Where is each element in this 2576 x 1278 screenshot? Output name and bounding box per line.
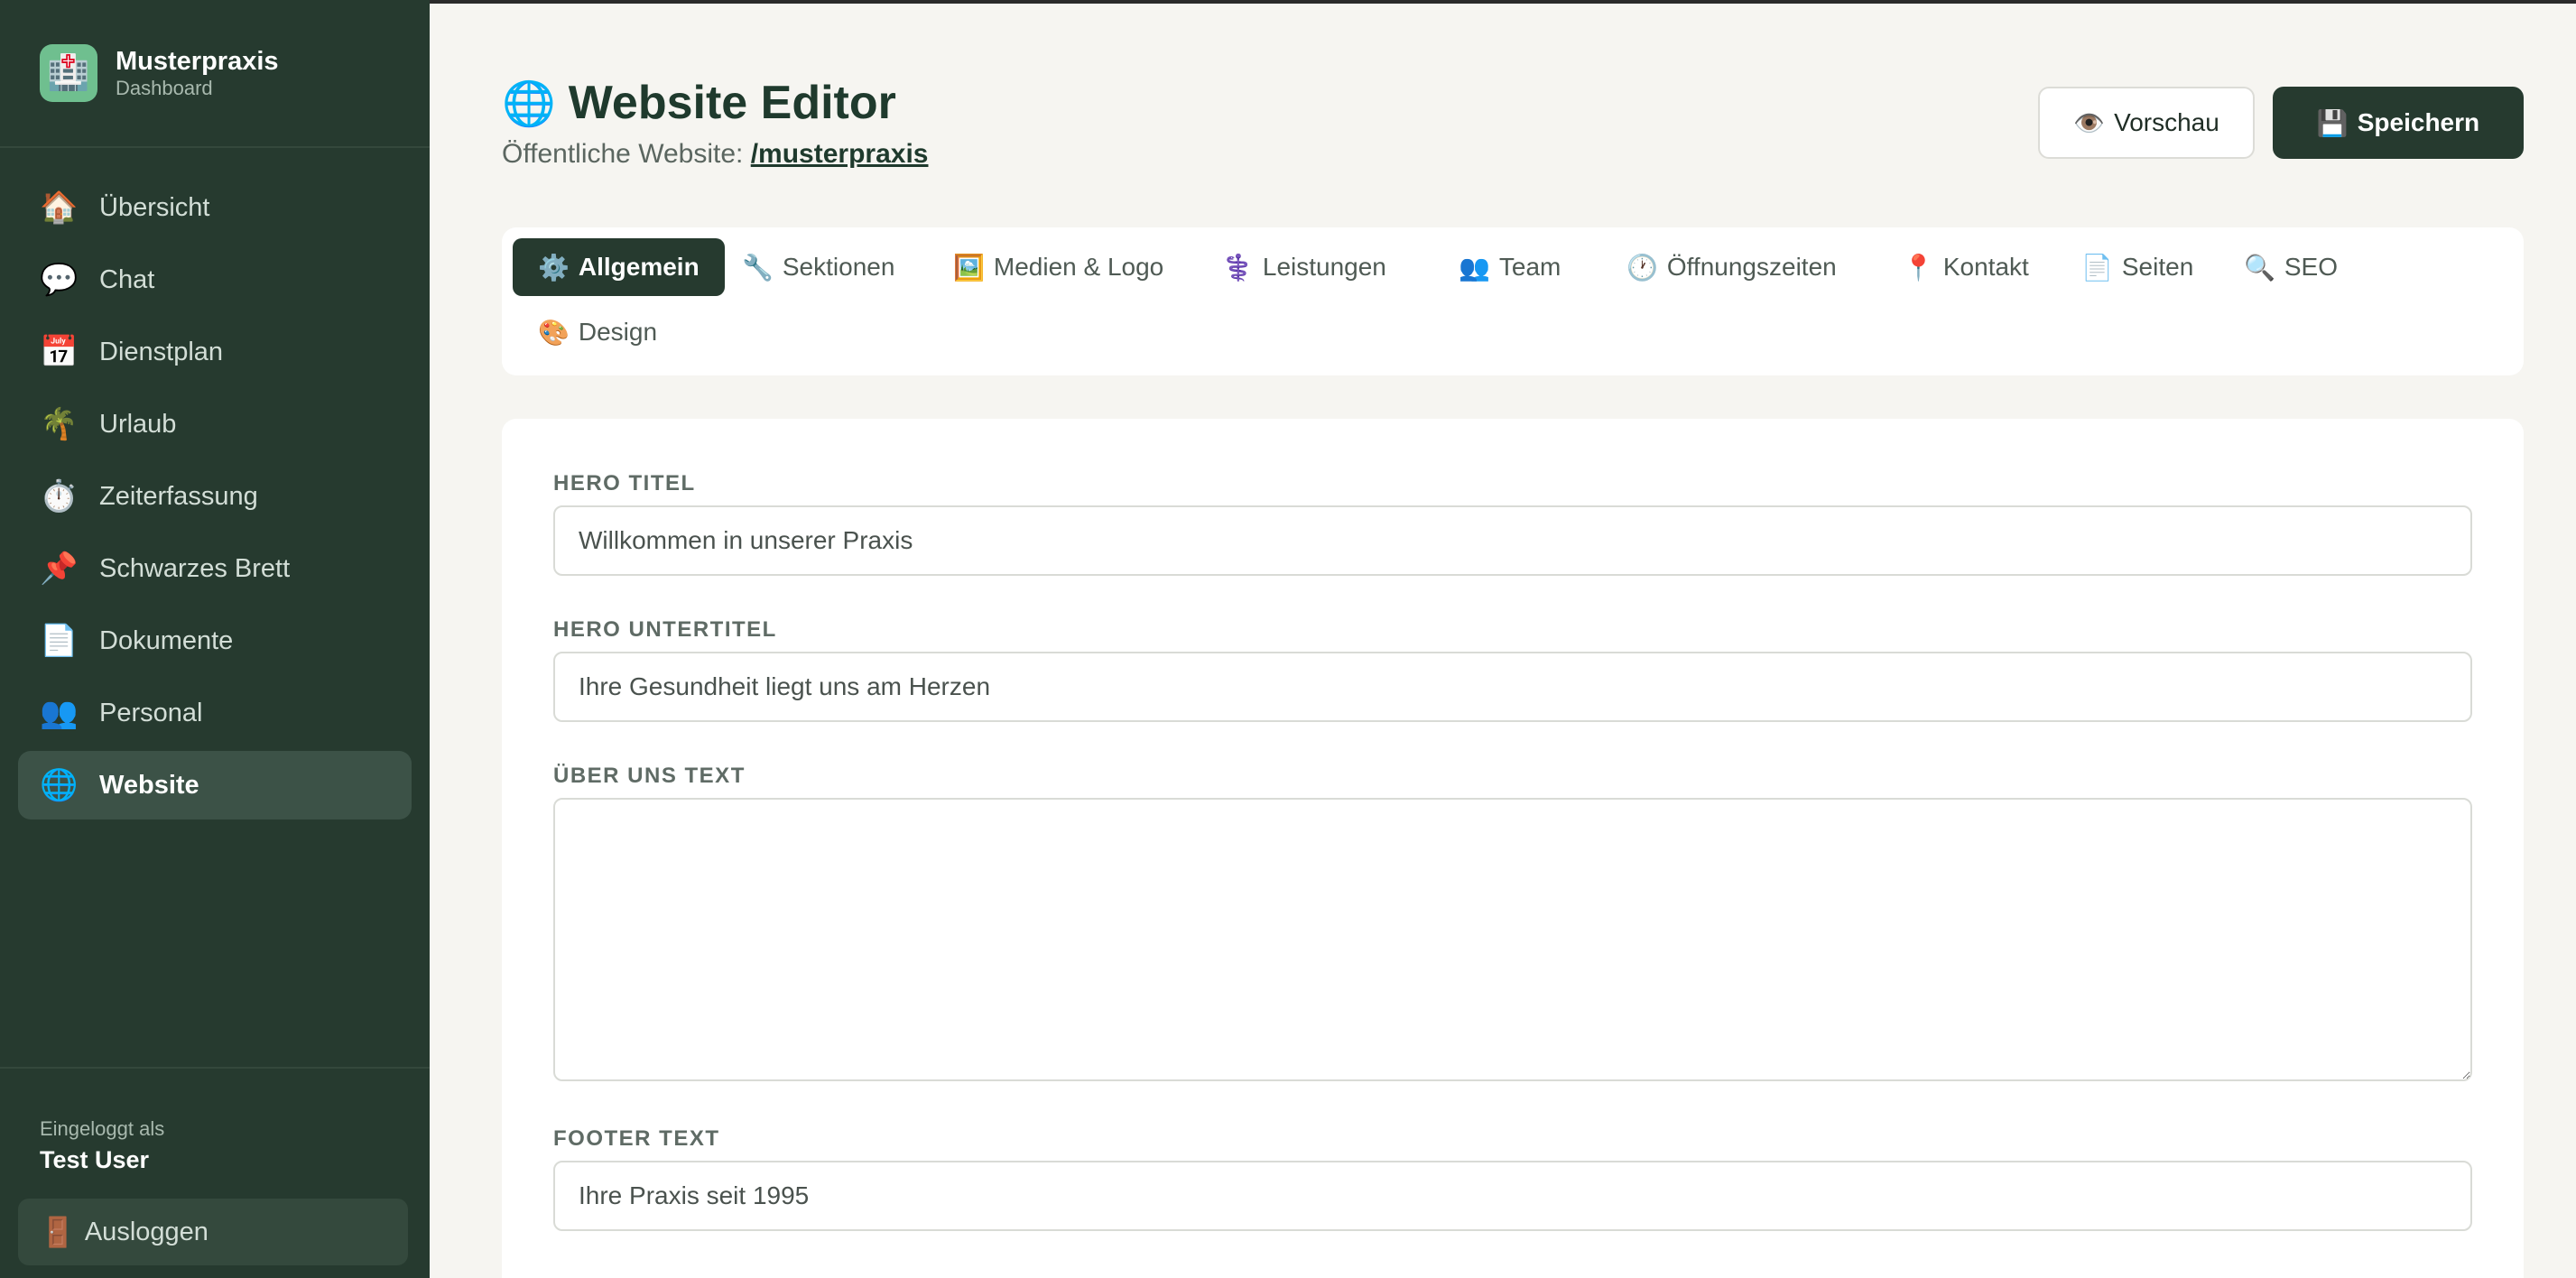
general-settings-form: HERO TITEL HERO UNTERTITEL ÜBER UNS TEXT… [502,419,2524,1278]
page-title-text: Website Editor [568,77,896,129]
tab-label: Seiten [2121,253,2194,281]
brand-subtitle: Dashboard [116,77,213,99]
wrench-icon: 🔧 [742,253,774,282]
hospital-icon: 🏥 [40,44,97,102]
document-icon: 📄 [40,624,79,658]
tab-seo[interactable]: 🔍 SEO [2219,238,2363,296]
medical-staff-icon: ⚕️ [1222,253,1254,282]
save-button[interactable]: 💾 Speichern [2273,87,2524,159]
tab-label: SEO [2284,253,2339,281]
hero-title-label: HERO TITEL [553,471,696,495]
sidebar-item-label: Chat [99,264,155,294]
door-icon: 🚪 [40,1216,76,1248]
gear-icon: ⚙️ [538,253,570,282]
sidebar-item-zeiterfassung[interactable]: ⏱️ Zeiterfassung [18,462,412,531]
tab-medien-logo[interactable]: 🖼️ Medien & Logo [928,238,1189,296]
tab-label: Design [578,318,658,346]
sidebar-nav: 🏠 Übersicht 💬 Chat 📅 Dienstplan 🌴 Urlaub… [0,148,430,820]
eye-icon: 👁️ [2073,108,2106,137]
preview-button[interactable]: 👁️ Vorschau [2038,87,2255,159]
sidebar-item-label: Website [99,770,199,800]
footer-text-input[interactable] [553,1161,2472,1231]
sidebar-item-label: Dokumente [99,625,234,655]
sidebar-item-schwarzes-brett[interactable]: 📌 Schwarzes Brett [18,534,412,603]
calendar-icon: 📅 [40,335,79,369]
main-content: 🌐 Website Editor Öffentliche Website: /m… [430,0,2576,1278]
tab-allgemein[interactable]: ⚙️ Allgemein [513,238,725,296]
house-icon: 🏠 [40,190,79,225]
pushpin-icon: 📌 [40,551,79,586]
magnifier-icon: 🔍 [2244,253,2275,282]
public-site-link[interactable]: /musterpraxis [751,139,929,169]
page-icon: 📄 [2081,253,2113,282]
tab-bar: ⚙️ Allgemein 🔧 Sektionen 🖼️ Medien & Log… [502,227,2524,375]
tab-label: Team [1498,253,1561,281]
stopwatch-icon: ⏱️ [40,479,79,514]
page-title: 🌐 Website Editor [502,76,896,130]
tab-label: Leistungen [1262,253,1386,281]
people-icon: 👥 [40,696,79,730]
clock-icon: 🕐 [1626,253,1658,282]
logged-in-user: Test User [40,1146,150,1173]
save-label: Speichern [2357,108,2480,136]
sidebar-item-urlaub[interactable]: 🌴 Urlaub [18,390,412,458]
tab-design[interactable]: 🎨 Design [513,303,682,361]
logged-in-label: Eingeloggt als [40,1117,165,1140]
location-pin-icon: 📍 [1903,253,1934,282]
palette-icon: 🎨 [538,318,570,347]
tab-leistungen[interactable]: ⚕️ Leistungen [1197,238,1412,296]
tab-label: Kontakt [1942,253,2029,281]
hero-title-input[interactable] [553,505,2472,576]
app-window: 🏥 Musterpraxis Dashboard 🏠 Übersicht 💬 C… [0,0,2576,1278]
tab-sektionen[interactable]: 🔧 Sektionen [717,238,920,296]
about-text-label: ÜBER UNS TEXT [553,764,746,788]
sidebar-item-label: Zeiterfassung [99,481,258,511]
sidebar: 🏥 Musterpraxis Dashboard 🏠 Übersicht 💬 C… [0,0,430,1278]
chat-bubble-icon: 💬 [40,263,79,297]
public-site-info: Öffentliche Website: /musterpraxis [502,139,928,170]
preview-label: Vorschau [2114,108,2219,136]
sidebar-item-chat[interactable]: 💬 Chat [18,245,412,314]
picture-icon: 🖼️ [953,253,985,282]
sidebar-item-personal[interactable]: 👥 Personal [18,679,412,747]
sidebar-item-label: Dienstplan [99,337,224,366]
tab-label: Allgemein [578,253,700,281]
tab-team[interactable]: 👥 Team [1433,238,1586,296]
sidebar-item-label: Übersicht [99,192,210,222]
sidebar-item-label: Personal [99,698,203,727]
sidebar-item-dokumente[interactable]: 📄 Dokumente [18,607,412,675]
hero-subtitle-label: HERO UNTERTITEL [553,617,777,642]
sidebar-footer: Eingeloggt als Test User 🚪 Ausloggen [0,1067,430,1278]
tab-label: Sektionen [782,253,895,281]
tab-label: Medien & Logo [993,253,1164,281]
public-site-label: Öffentliche Website: [502,139,744,169]
brand-name: Musterpraxis [116,47,279,76]
sidebar-item-uebersicht[interactable]: 🏠 Übersicht [18,173,412,242]
globe-icon: 🌐 [40,768,79,802]
sidebar-item-label: Urlaub [99,409,177,439]
tab-seiten[interactable]: 📄 Seiten [2056,238,2219,296]
palm-tree-icon: 🌴 [40,407,79,441]
people-icon: 👥 [1459,253,1490,282]
sidebar-item-website[interactable]: 🌐 Website [18,751,412,820]
brand-text: Musterpraxis Dashboard [116,46,279,100]
logout-button[interactable]: 🚪 Ausloggen [18,1199,408,1265]
tab-kontakt[interactable]: 📍 Kontakt [1877,238,2054,296]
sidebar-item-dienstplan[interactable]: 📅 Dienstplan [18,318,412,386]
brand: 🏥 Musterpraxis Dashboard [0,0,430,148]
tab-label: Öffnungszeiten [1666,253,1837,281]
tab-oeffnungszeiten[interactable]: 🕐 Öffnungszeiten [1601,238,1862,296]
about-text-textarea[interactable] [553,798,2472,1081]
logout-label: Ausloggen [84,1217,208,1246]
hero-subtitle-input[interactable] [553,652,2472,722]
floppy-disk-icon: 💾 [2316,108,2349,137]
globe-icon: 🌐 [502,79,556,128]
sidebar-item-label: Schwarzes Brett [99,553,291,583]
footer-text-label: FOOTER TEXT [553,1126,720,1151]
